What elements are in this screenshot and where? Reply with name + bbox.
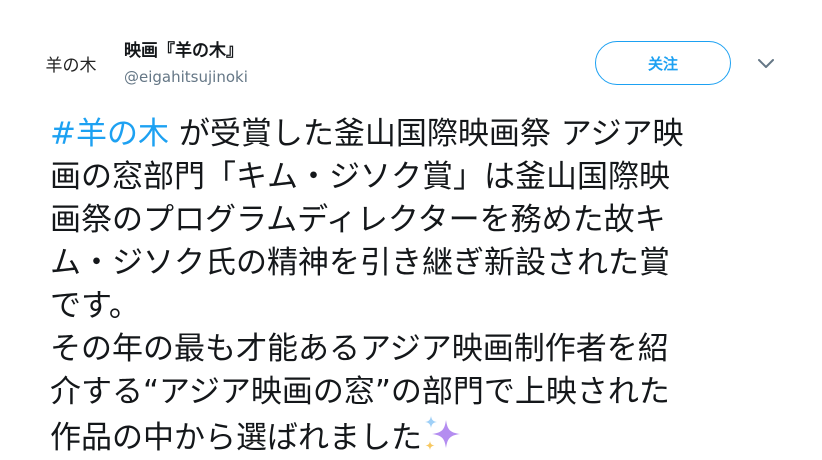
tweet-text: #羊の木 が受賞した釜山国際映画祭 アジア映 画の窓部門「キム・ジソク賞」は釜山… — [50, 113, 785, 460]
user-handle[interactable]: @eigahitsujinoki — [124, 68, 248, 86]
tweet-line-3: 画祭のプログラムディレクターを務めた故キ — [50, 202, 666, 238]
avatar[interactable]: 羊の木 — [38, 30, 104, 96]
chevron-down-icon[interactable] — [755, 52, 777, 74]
tweet-line-6: その年の最も才能あるアジア映画制作者を紹 — [50, 331, 669, 367]
sparkles-icon — [425, 416, 460, 450]
tweet-line-8-text: 作品の中から選ばれました — [50, 420, 422, 456]
tweet-line-1: #羊の木 が受賞した釜山国際映画祭 アジア映 — [50, 113, 785, 156]
tweet-line-8: 作品の中から選ばれました — [50, 414, 785, 460]
tweet-line-2: 画の窓部門「キム・ジソク賞」は釜山国際映 — [50, 159, 670, 195]
tweet-line-5: です。 — [50, 288, 140, 324]
hashtag-link[interactable]: #羊の木 — [50, 116, 169, 152]
display-name[interactable]: 映画『羊の木』 — [124, 36, 243, 61]
tweet-line-1-text: が受賞した釜山国際映画祭 アジア映 — [168, 116, 684, 152]
follow-button[interactable]: 关注 — [595, 41, 731, 85]
tweet-line-4: ム・ジソク氏の精神を引き継ぎ新設された賞 — [50, 245, 670, 281]
tweet-line-7: 介する“アジア映画の窓”の部門で上映された — [50, 374, 670, 410]
